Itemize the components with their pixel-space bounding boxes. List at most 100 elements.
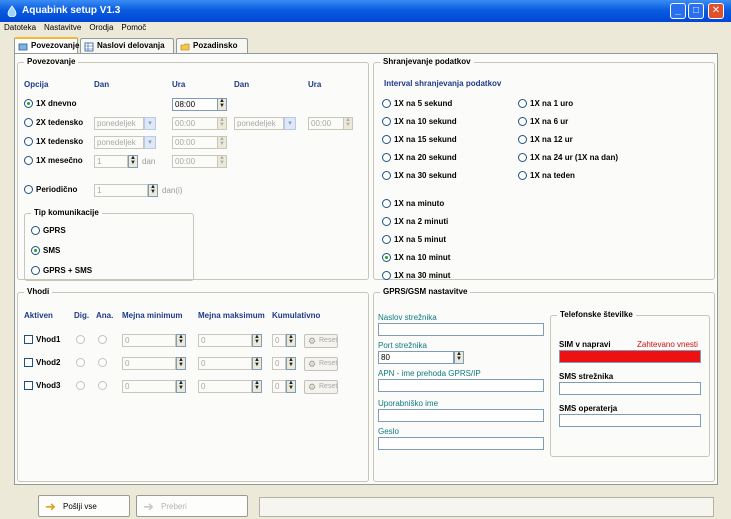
- input2-active-checkbox[interactable]: [24, 358, 33, 367]
- weekly2-day-select[interactable]: ponedeljek: [94, 117, 144, 130]
- minimize-button[interactable]: _: [670, 3, 686, 19]
- input1-max-input[interactable]: 0: [198, 334, 252, 347]
- menu-item-file[interactable]: Datoteka: [0, 22, 40, 33]
- input1-cumulative-spinner[interactable]: ▲ ▼: [286, 334, 296, 347]
- close-button[interactable]: ✕: [708, 3, 724, 19]
- read-icon: ➜: [143, 499, 154, 514]
- input2-cumulative-spinner[interactable]: ▲ ▼: [286, 357, 296, 370]
- input2-reset-button[interactable]: ⚙ Reset: [304, 357, 338, 371]
- server-input[interactable]: [378, 323, 544, 336]
- interval-20s-radio[interactable]: [382, 153, 391, 162]
- port-spinner[interactable]: ▲ ▼: [454, 351, 464, 364]
- sms-server-input[interactable]: [559, 382, 701, 395]
- weekly-radio[interactable]: [24, 137, 33, 146]
- monthly-day-input[interactable]: 1: [94, 155, 128, 168]
- input3-max-input[interactable]: 0: [198, 380, 252, 393]
- interval-12h-radio[interactable]: [518, 135, 527, 144]
- interval-10s-radio[interactable]: [382, 117, 391, 126]
- comm-gprs-radio[interactable]: [31, 226, 40, 235]
- input3-cumulative-spinner[interactable]: ▲ ▼: [286, 380, 296, 393]
- interval-10min-radio[interactable]: [382, 253, 391, 262]
- weekly2-time-spinner[interactable]: ▲ ▼: [217, 117, 227, 130]
- comm-gprs-sms-radio[interactable]: [31, 266, 40, 275]
- send-icon: ➜: [45, 499, 56, 514]
- sms-operator-input[interactable]: [559, 414, 701, 427]
- username-input[interactable]: [378, 409, 544, 422]
- input2-min-spinner[interactable]: ▲ ▼: [176, 357, 186, 370]
- input2-max-input[interactable]: 0: [198, 357, 252, 370]
- interval-1min-radio[interactable]: [382, 199, 391, 208]
- monthly-radio[interactable]: [24, 156, 33, 165]
- input1-reset-label: Reset: [319, 337, 338, 344]
- interval-5s-radio[interactable]: [382, 99, 391, 108]
- input3-cumulative-input[interactable]: 0: [272, 380, 286, 393]
- weekly2-time-input[interactable]: 00:00: [172, 117, 218, 130]
- weekly2-day-dropdown[interactable]: ▾: [144, 117, 156, 130]
- input1-dig-radio[interactable]: [76, 335, 85, 344]
- input2-ana-radio[interactable]: [98, 358, 107, 367]
- password-input[interactable]: [378, 437, 544, 450]
- interval-week-radio[interactable]: [518, 171, 527, 180]
- monthly-time-input[interactable]: 00:00: [172, 155, 218, 168]
- menu-item-settings[interactable]: Nastavitve: [40, 22, 85, 33]
- weekly2-time2-spinner[interactable]: ▲ ▼: [343, 117, 353, 130]
- port-input[interactable]: 80: [378, 351, 454, 364]
- input3-reset-button[interactable]: ⚙ Reset: [304, 380, 338, 394]
- tab-background[interactable]: Pozadinsko: [176, 38, 248, 54]
- interval-1h-radio[interactable]: [518, 99, 527, 108]
- periodic-input[interactable]: 1: [94, 184, 148, 197]
- interval-15s-radio[interactable]: [382, 135, 391, 144]
- comm-sms-radio[interactable]: [31, 246, 40, 255]
- interval-24h-radio[interactable]: [518, 153, 527, 162]
- input1-ana-radio[interactable]: [98, 335, 107, 344]
- weekly-day-dropdown[interactable]: ▾: [144, 136, 156, 149]
- periodic-label: Periodično: [36, 185, 78, 194]
- weekly-day-select[interactable]: ponedeljek: [94, 136, 144, 149]
- periodic-spinner[interactable]: ▲ ▼: [148, 184, 158, 197]
- interval-30min-radio[interactable]: [382, 271, 391, 280]
- input1-reset-button[interactable]: ⚙ Reset: [304, 334, 338, 348]
- input1-min-input[interactable]: 0: [122, 334, 176, 347]
- weekly2-time2-input[interactable]: 00:00: [308, 117, 344, 130]
- menu-item-help[interactable]: Pomoč: [117, 22, 150, 33]
- input3-min-input[interactable]: 0: [122, 380, 176, 393]
- daily-time-spinner[interactable]: ▲ ▼: [217, 98, 227, 111]
- maximize-button[interactable]: □: [688, 3, 704, 19]
- weekly2-day2-dropdown[interactable]: ▾: [284, 117, 296, 130]
- daily-time-input[interactable]: 08:00: [172, 98, 218, 111]
- input2-dig-radio[interactable]: [76, 358, 85, 367]
- input1-max-spinner[interactable]: ▲ ▼: [252, 334, 262, 347]
- tab-operation-addresses[interactable]: Naslovi delovanja: [80, 38, 174, 54]
- menu-item-tools[interactable]: Orodja: [85, 22, 117, 33]
- input1-min-spinner[interactable]: ▲ ▼: [176, 334, 186, 347]
- input2-min-input[interactable]: 0: [122, 357, 176, 370]
- sim-number-input[interactable]: [559, 350, 701, 363]
- weekly-time-input[interactable]: 00:00: [172, 136, 218, 149]
- input3-ana-radio[interactable]: [98, 381, 107, 390]
- apn-input[interactable]: [378, 379, 544, 392]
- input2-max-spinner[interactable]: ▲ ▼: [252, 357, 262, 370]
- interval-6h-radio[interactable]: [518, 117, 527, 126]
- interval-30s-radio[interactable]: [382, 171, 391, 180]
- read-button[interactable]: ➜ Preberi: [136, 495, 248, 517]
- daily-radio[interactable]: [24, 99, 33, 108]
- weekly2-radio[interactable]: [24, 118, 33, 127]
- input3-active-checkbox[interactable]: [24, 381, 33, 390]
- weekly-time-spinner[interactable]: ▲ ▼: [217, 136, 227, 149]
- interval-2min-label: 1X na 2 minuti: [394, 217, 449, 226]
- input3-max-spinner[interactable]: ▲ ▼: [252, 380, 262, 393]
- comm-group: Tip komunikacije GPRS SMS GPRS + SMS: [24, 208, 194, 281]
- input3-min-spinner[interactable]: ▲ ▼: [176, 380, 186, 393]
- monthly-day-spinner[interactable]: ▲ ▼: [128, 155, 138, 168]
- input2-cumulative-input[interactable]: 0: [272, 357, 286, 370]
- input1-active-checkbox[interactable]: [24, 335, 33, 344]
- interval-2min-radio[interactable]: [382, 217, 391, 226]
- input1-cumulative-input[interactable]: 0: [272, 334, 286, 347]
- schedule-group-title: Povezovanje: [24, 57, 79, 66]
- weekly2-day2-select[interactable]: ponedeljek: [234, 117, 284, 130]
- send-all-button[interactable]: ➜ Pošlji vse: [38, 495, 130, 517]
- interval-5min-radio[interactable]: [382, 235, 391, 244]
- input3-dig-radio[interactable]: [76, 381, 85, 390]
- periodic-radio[interactable]: [24, 185, 33, 194]
- monthly-time-spinner[interactable]: ▲ ▼: [217, 155, 227, 168]
